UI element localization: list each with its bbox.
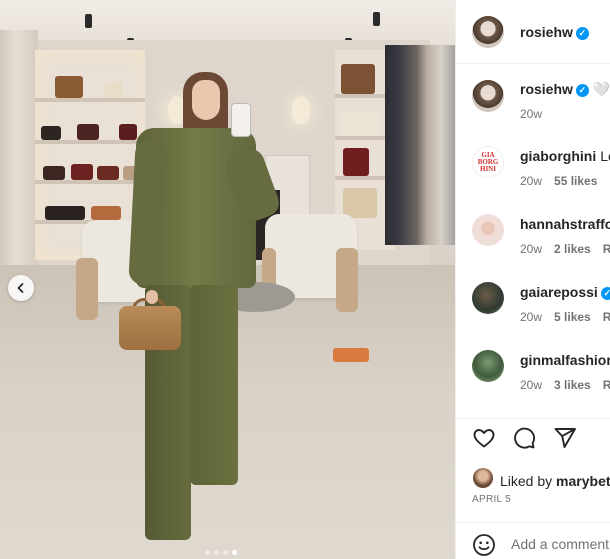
brown-handbag [119, 306, 181, 350]
comment-input[interactable] [511, 536, 610, 552]
wall-lamp [292, 96, 310, 124]
carousel-dot [223, 550, 228, 555]
author-username[interactable]: rosiehw ✓ [520, 24, 589, 40]
carousel-dot-active [232, 550, 237, 555]
comment-meta: 20w55 likesR [520, 174, 610, 188]
comment-avatar[interactable]: GIA BORG HINI [472, 146, 504, 178]
carousel-indicator [205, 550, 237, 555]
phone [231, 103, 251, 137]
comment-line: ginmalfashion [520, 352, 610, 368]
caption-avatar[interactable] [472, 80, 504, 112]
comment-line: hannahstraffo [520, 216, 610, 232]
smiley-icon[interactable] [472, 533, 496, 557]
comment-meta: 20w3 likesR [520, 378, 610, 392]
comment-avatar[interactable] [472, 282, 504, 314]
verified-badge-icon: ✓ [575, 84, 589, 97]
liked-by-text: Liked by marybet [500, 473, 610, 489]
heart-icon[interactable] [472, 426, 496, 450]
person-face [192, 80, 220, 120]
comment-bubble-icon[interactable] [512, 426, 536, 450]
ceiling-spotlight [85, 14, 92, 28]
post-date[interactable]: APRIL 5 [472, 494, 511, 505]
caption-age[interactable]: 20w [520, 107, 542, 121]
comment-avatar[interactable] [472, 350, 504, 382]
paper-plane-icon[interactable] [553, 426, 577, 450]
post-photo[interactable] [0, 0, 455, 559]
post-side-panel: rosiehw✓ rosiehw✓🤍🤍 20w GIABORGHINI giab… [455, 0, 610, 559]
comment-line: gaiarepossi✓ [520, 284, 610, 300]
comment-divider [456, 522, 610, 523]
actions-divider [456, 418, 610, 419]
verified-badge-icon: ✓ [600, 287, 610, 300]
comment-line: giaborghiniLo [520, 148, 610, 164]
carousel-dot [205, 550, 210, 555]
caption-line: rosiehw✓🤍🤍 [520, 81, 610, 98]
header-divider [456, 63, 610, 64]
ceiling-spotlight [373, 12, 380, 26]
caption-text: 🤍🤍 [592, 81, 610, 97]
comment-avatar[interactable] [472, 214, 504, 246]
clothing-rack [385, 45, 455, 245]
chevron-left-icon [17, 283, 24, 293]
verified-badge-icon: ✓ [575, 27, 589, 40]
author-avatar[interactable] [472, 16, 504, 48]
carousel-prev-button[interactable] [8, 275, 34, 301]
carousel-dot [214, 550, 219, 555]
comment-meta: 20w2 likesR [520, 242, 610, 256]
shoes-on-floor [333, 348, 369, 362]
liker-avatar[interactable] [473, 468, 493, 488]
comment-meta: 20w5 likesR [520, 310, 610, 324]
